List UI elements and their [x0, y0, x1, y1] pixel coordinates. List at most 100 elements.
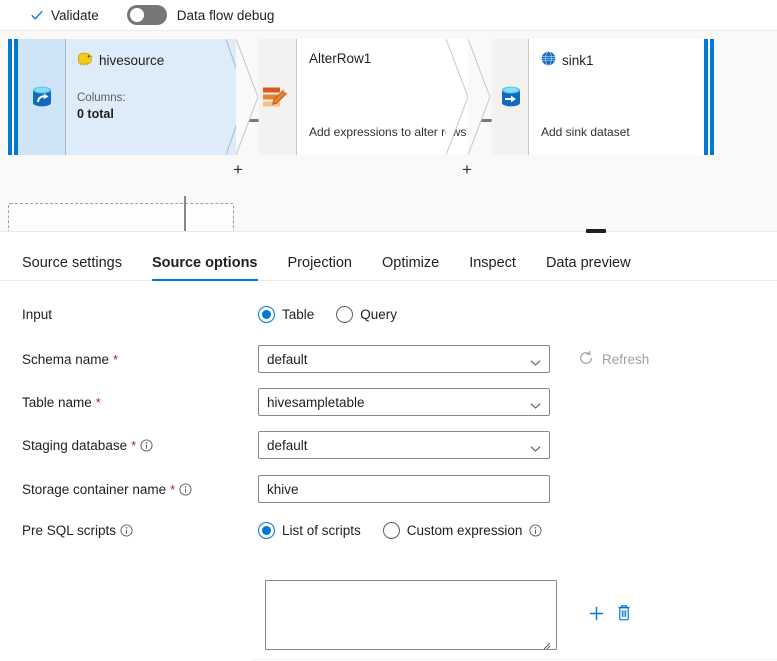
- source-database-icon: [18, 39, 66, 155]
- delete-script-button[interactable]: [614, 602, 634, 622]
- node-right-notch: [446, 39, 468, 155]
- schema-name-dropdown[interactable]: default: [258, 345, 550, 373]
- pre-sql-scripts-text: Pre SQL scripts: [22, 523, 116, 538]
- details-tab-bar: Source settings Source options Projectio…: [0, 243, 777, 281]
- staging-database-value: default: [267, 438, 308, 453]
- node-columns-label: Columns:: [77, 91, 226, 106]
- validate-label: Validate: [51, 8, 99, 23]
- add-after-source-button[interactable]: +: [233, 161, 243, 178]
- canvas-node-alterrow1[interactable]: AlterRow1 Add expressions to alter rows …: [236, 39, 468, 155]
- node-content: hivesource Columns: 0 total: [67, 39, 236, 155]
- data-flow-canvas[interactable]: hivesource Columns: 0 total +: [0, 31, 777, 231]
- add-script-button[interactable]: [586, 603, 606, 623]
- storage-container-name-value: khive: [267, 482, 299, 497]
- schema-name-label: Schema name *: [22, 352, 118, 367]
- table-name-control: hivesampletable: [258, 388, 550, 416]
- canvas-node-sink1[interactable]: sink1 Add sink dataset: [468, 39, 714, 155]
- data-flow-debug-group: Data flow debug: [127, 5, 275, 25]
- node-title-row: sink1: [541, 51, 702, 69]
- storage-container-name-input[interactable]: khive: [258, 475, 550, 503]
- tab-source-options[interactable]: Source options: [137, 255, 273, 280]
- required-asterisk: *: [170, 483, 175, 496]
- node-body: hivesource Columns: 0 total: [18, 39, 236, 155]
- form-row-schema-name: Schema name * default: [0, 345, 777, 373]
- node-left-notch: [468, 39, 490, 155]
- canvas-node-hivesource[interactable]: hivesource Columns: 0 total +: [8, 39, 236, 155]
- data-flow-debug-label: Data flow debug: [177, 8, 275, 23]
- node-selection-stripe-right: [704, 39, 714, 155]
- canvas-text-caret: [184, 196, 186, 234]
- node-title-row: hivesource: [77, 51, 226, 69]
- command-bar: Validate Data flow debug: [0, 0, 777, 31]
- form-row-table-name: Table name * hivesampletable: [0, 388, 777, 416]
- input-option-table[interactable]: Table: [258, 306, 314, 323]
- pre-sql-option-custom-expression[interactable]: Custom expression: [383, 522, 543, 539]
- info-icon[interactable]: [529, 524, 542, 537]
- info-icon[interactable]: [120, 524, 133, 537]
- chevron-down-icon: [530, 355, 541, 370]
- form-row-staging-database: Staging database * default: [0, 431, 777, 459]
- chevron-down-icon: [530, 441, 541, 456]
- input-option-query[interactable]: Query: [336, 306, 397, 323]
- pre-sql-option-list-of-scripts[interactable]: List of scripts: [258, 522, 361, 539]
- refresh-label: Refresh: [602, 352, 649, 367]
- node-body: AlterRow1 Add expressions to alter rows: [236, 39, 468, 155]
- add-source-placeholder[interactable]: [8, 203, 234, 231]
- rest-globe-icon: [541, 51, 556, 69]
- tab-inspect[interactable]: Inspect: [454, 255, 531, 280]
- data-flow-debug-toggle[interactable]: [127, 5, 167, 25]
- storage-container-name-label: Storage container name *: [22, 482, 192, 497]
- pre-sql-script-textarea[interactable]: [265, 580, 557, 650]
- staging-database-label: Staging database *: [22, 438, 153, 453]
- node-name-alterrow1: AlterRow1: [309, 51, 456, 66]
- input-label: Input: [22, 307, 52, 322]
- node-content: sink1 Add sink dataset: [528, 39, 714, 155]
- input-option-table-label: Table: [282, 307, 314, 322]
- node-body: sink1 Add sink dataset: [468, 39, 714, 155]
- tab-projection[interactable]: Projection: [273, 255, 367, 280]
- schema-name-control: default: [258, 345, 550, 373]
- node-content: AlterRow1 Add expressions to alter rows: [296, 39, 468, 155]
- pre-sql-option-list-label: List of scripts: [282, 523, 361, 538]
- radio-list-of-scripts[interactable]: [258, 522, 275, 539]
- tab-data-preview[interactable]: Data preview: [531, 255, 646, 280]
- chevron-down-icon: [530, 398, 541, 413]
- required-asterisk: *: [113, 353, 118, 366]
- staging-database-control: default: [258, 431, 550, 459]
- refresh-button[interactable]: Refresh: [578, 350, 649, 369]
- form-row-storage-container-name: Storage container name * khive: [0, 475, 777, 503]
- validate-button[interactable]: Validate: [24, 0, 105, 31]
- required-asterisk: *: [131, 439, 136, 452]
- tab-source-settings[interactable]: Source settings: [22, 255, 137, 280]
- table-name-dropdown[interactable]: hivesampletable: [258, 388, 550, 416]
- input-radio-group: Table Query: [258, 306, 397, 323]
- node-description: Add sink dataset: [541, 125, 630, 139]
- table-name-text: Table name: [22, 395, 92, 410]
- staging-database-dropdown[interactable]: default: [258, 431, 550, 459]
- details-panel: Source settings Source options Projectio…: [0, 231, 777, 661]
- radio-table[interactable]: [258, 306, 275, 323]
- node-left-notch: [236, 39, 258, 155]
- table-name-label: Table name *: [22, 395, 101, 410]
- app-root: Validate Data flow debug: [0, 0, 777, 661]
- schema-name-value: default: [267, 352, 308, 367]
- storage-container-name-control: khive: [258, 475, 550, 503]
- node-columns-value: 0 total: [77, 106, 226, 122]
- tab-optimize[interactable]: Optimize: [367, 255, 454, 280]
- panel-resize-handle[interactable]: [586, 229, 606, 233]
- form-row-pre-sql-scripts: Pre SQL scripts List of scripts Custom e…: [0, 519, 777, 541]
- node-name-hivesource: hivesource: [99, 53, 164, 68]
- input-option-query-label: Query: [360, 307, 397, 322]
- table-name-value: hivesampletable: [267, 395, 365, 410]
- info-icon[interactable]: [179, 483, 192, 496]
- pre-sql-option-custom-label: Custom expression: [407, 523, 523, 538]
- add-after-alterrow-button[interactable]: +: [462, 161, 472, 178]
- radio-custom-expression[interactable]: [383, 522, 400, 539]
- radio-query[interactable]: [336, 306, 353, 323]
- form-row-input: Input Table Query: [0, 303, 777, 325]
- hive-icon: [77, 51, 93, 69]
- refresh-icon: [578, 350, 594, 369]
- required-asterisk: *: [96, 396, 101, 409]
- info-icon[interactable]: [140, 439, 153, 452]
- node-selection-stripe: [8, 39, 18, 155]
